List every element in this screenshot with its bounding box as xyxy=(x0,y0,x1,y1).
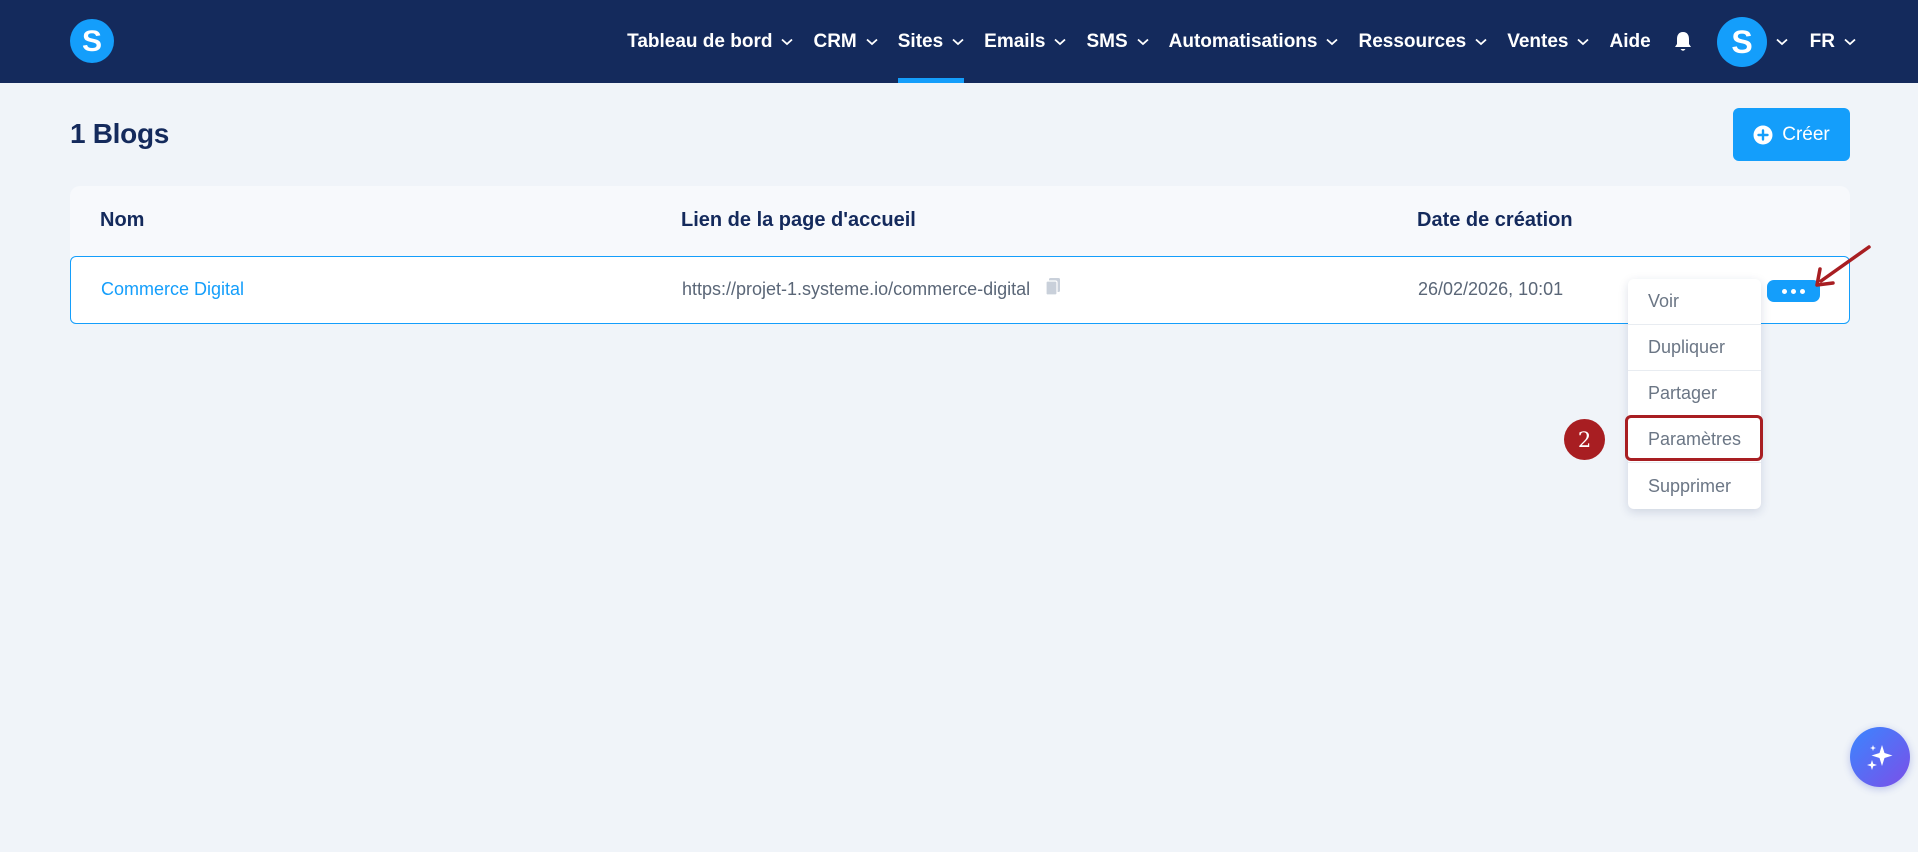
nav-emails[interactable]: Emails xyxy=(984,0,1067,83)
table-row[interactable]: Commerce Digital https://projet-1.system… xyxy=(70,256,1850,324)
chevron-down-icon xyxy=(952,38,964,46)
avatar: S xyxy=(1716,16,1767,67)
row-actions-menu: Voir Dupliquer Partager Paramètres Suppr… xyxy=(1628,279,1761,509)
language-label: FR xyxy=(1809,30,1835,52)
main-nav: Tableau de bord CRM Sites Emails SMS Aut… xyxy=(627,0,1856,83)
chevron-down-icon xyxy=(1137,38,1149,46)
blog-homepage-link: https://projet-1.systeme.io/commerce-dig… xyxy=(682,277,1061,300)
highlight-box xyxy=(1625,415,1763,461)
svg-text:S: S xyxy=(1731,26,1752,58)
chevron-down-icon xyxy=(1054,38,1067,46)
nav-label: Aide xyxy=(1609,30,1651,52)
notifications-bell-icon[interactable] xyxy=(1673,0,1693,83)
chevron-down-icon xyxy=(1577,38,1590,46)
nav-label: Tableau de bord xyxy=(627,30,773,52)
sparkle-icon xyxy=(1867,745,1893,770)
logo-s-icon: S xyxy=(82,26,102,56)
copy-icon[interactable] xyxy=(1045,277,1061,296)
chevron-down-icon xyxy=(866,38,878,46)
more-dots-icon xyxy=(1791,288,1796,294)
nav-sites[interactable]: Sites xyxy=(897,0,965,83)
column-header-name[interactable]: Nom xyxy=(100,209,144,232)
nav-automatisations[interactable]: Automatisations xyxy=(1169,0,1339,83)
ai-assistant-button[interactable] xyxy=(1850,727,1910,787)
nav-label: Sites xyxy=(897,30,944,52)
menu-item-supprimer[interactable]: Supprimer xyxy=(1628,463,1761,509)
top-navbar: S Tableau de bord CRM Sites Emails SMS A… xyxy=(0,0,1918,83)
chevron-down-icon xyxy=(1776,38,1788,46)
more-dots-icon xyxy=(1782,288,1787,294)
nav-ressources[interactable]: Ressources xyxy=(1358,0,1487,83)
annotation-arrow-icon xyxy=(1812,244,1872,295)
blog-name-link[interactable]: Commerce Digital xyxy=(101,279,244,300)
nav-label: SMS xyxy=(1086,30,1128,52)
nav-aide[interactable]: Aide xyxy=(1609,0,1650,83)
menu-item-voir[interactable]: Voir xyxy=(1628,279,1761,325)
nav-crm[interactable]: CRM xyxy=(813,0,878,83)
more-dots-icon xyxy=(1800,288,1805,294)
nav-label: CRM xyxy=(813,30,857,52)
column-header-date[interactable]: Date de création xyxy=(1417,209,1573,232)
chevron-down-icon xyxy=(1844,38,1856,46)
create-button[interactable]: Créer xyxy=(1733,108,1850,161)
nav-ventes[interactable]: Ventes xyxy=(1507,0,1590,83)
page-title: 1 Blogs xyxy=(70,118,170,149)
chevron-down-icon xyxy=(1326,38,1339,46)
systeme-logo[interactable]: S xyxy=(70,19,114,63)
nav-label: Ventes xyxy=(1507,30,1569,52)
create-button-label: Créer xyxy=(1782,123,1830,145)
plus-circle-icon xyxy=(1753,125,1773,145)
user-menu[interactable]: S xyxy=(1716,0,1788,83)
chevron-down-icon xyxy=(1475,38,1487,46)
menu-item-dupliquer[interactable]: Dupliquer xyxy=(1628,325,1761,371)
nav-label: Ressources xyxy=(1358,30,1467,52)
nav-sms[interactable]: SMS xyxy=(1086,0,1149,83)
step-badge: 2 xyxy=(1564,419,1605,460)
nav-label: Emails xyxy=(984,30,1046,52)
homepage-url[interactable]: https://projet-1.systeme.io/commerce-dig… xyxy=(682,279,1030,300)
column-header-link[interactable]: Lien de la page d'accueil xyxy=(681,209,916,232)
svg-text:S: S xyxy=(82,26,102,56)
creation-date: 26/02/2026, 10:01 xyxy=(1418,279,1564,299)
language-selector[interactable]: FR xyxy=(1810,0,1856,83)
chevron-down-icon xyxy=(781,38,794,46)
nav-tableau-de-bord[interactable]: Tableau de bord xyxy=(627,0,794,83)
nav-label: Automatisations xyxy=(1168,30,1318,52)
menu-item-partager[interactable]: Partager xyxy=(1628,371,1761,417)
